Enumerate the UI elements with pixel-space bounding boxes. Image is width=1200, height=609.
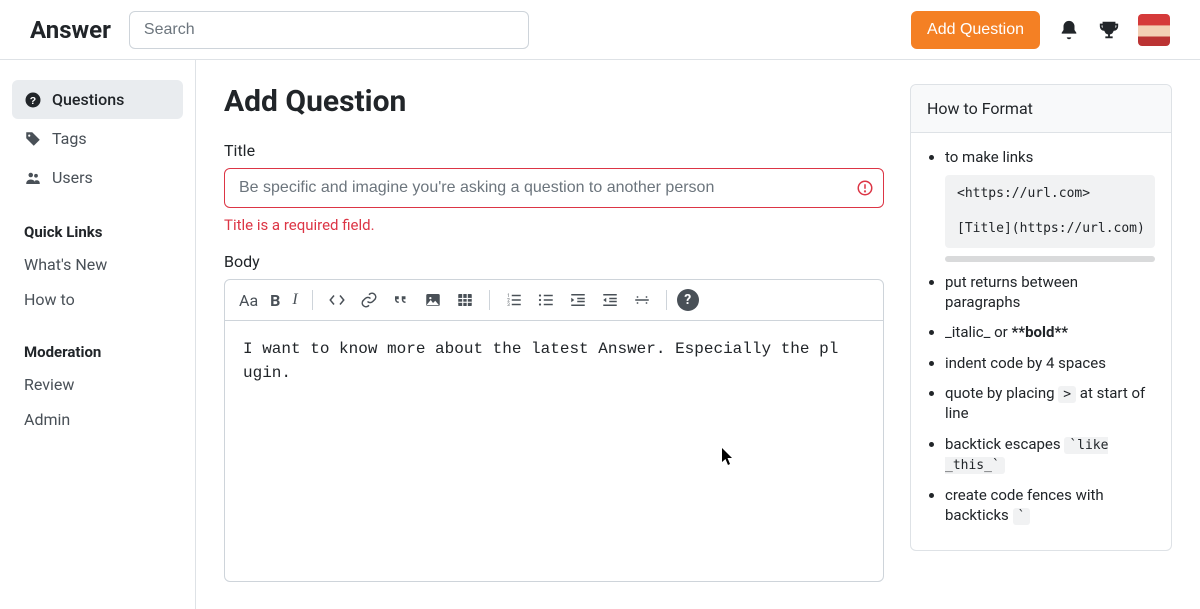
title-error-text: Title is a required field. [224,216,884,234]
format-tip-quote: quote by placing > at start of line [945,383,1155,424]
error-icon [856,179,874,197]
format-tip-fences: create code fences with backticks ` [945,485,1155,526]
question-circle-icon: ? [24,91,42,109]
toolbar-divider [312,290,313,310]
hr-button[interactable] [628,286,656,314]
unordered-list-button[interactable] [532,286,560,314]
question-form: Add Question Title Title is a required f… [224,84,884,585]
toolbar-divider [666,290,667,310]
top-bar: Answer Add Question [0,0,1200,60]
code-button[interactable] [323,286,351,314]
heading-button[interactable]: Aa [235,286,262,314]
sidebar-item-tags[interactable]: Tags [12,119,183,158]
bell-icon[interactable] [1058,19,1080,41]
title-input[interactable] [224,168,884,208]
format-card: How to Format to make links <https://url… [910,84,1172,551]
toolbar-divider [489,290,490,310]
sidebar-link-admin[interactable]: Admin [12,402,183,437]
sidebar-link-whatsnew[interactable]: What's New [12,247,183,282]
scrollbar-icon [945,256,1155,262]
image-button[interactable] [419,286,447,314]
indent-button[interactable] [564,286,592,314]
ordered-list-button[interactable]: 123 [500,286,528,314]
title-label: Title [224,141,884,160]
body-textarea[interactable]: I want to know more about the latest Ans… [225,321,883,581]
tag-icon [24,130,42,148]
editor-toolbar: Aa B I [225,280,883,321]
sidebar-item-label: Tags [52,129,87,148]
sidebar-item-users[interactable]: Users [12,158,183,197]
sidebar-section-moderation: Moderation [12,331,183,367]
search-input[interactable] [129,11,529,49]
link-button[interactable] [355,286,383,314]
sidebar-item-label: Users [52,168,93,187]
format-tip-indent: indent code by 4 spaces [945,353,1155,373]
add-question-button[interactable]: Add Question [911,11,1040,49]
format-tip-backtick: backtick escapes `like _this_` [945,434,1155,475]
format-card-title: How to Format [911,85,1171,133]
trophy-icon[interactable] [1098,19,1120,41]
sidebar-section-quicklinks: Quick Links [12,211,183,247]
users-icon [24,169,42,187]
format-tip-paragraphs: put returns between paragraphs [945,272,1155,313]
sidebar: ? Questions Tags Users Quick Links What'… [0,60,196,609]
outdent-button[interactable] [596,286,624,314]
sidebar-item-label: Questions [52,90,124,109]
body-editor: Aa B I [224,279,884,582]
sidebar-link-review[interactable]: Review [12,367,183,402]
format-code-links: <https://url.com> [Title](https://url.co… [945,175,1155,248]
brand-logo[interactable]: Answer [30,16,111,44]
help-button[interactable]: ? [677,289,699,311]
svg-text:?: ? [30,94,36,106]
bold-button[interactable]: B [266,286,284,314]
avatar[interactable] [1138,14,1170,46]
format-tip-emphasis: _italic_ or **bold** [945,322,1155,342]
sidebar-link-howto[interactable]: How to [12,282,183,317]
svg-text:3: 3 [507,302,510,308]
format-tip-links: to make links <https://url.com> [Title](… [945,147,1155,262]
quote-button[interactable] [387,286,415,314]
page-title: Add Question [224,84,884,119]
body-label: Body [224,252,884,271]
table-button[interactable] [451,286,479,314]
sidebar-item-questions[interactable]: ? Questions [12,80,183,119]
italic-button[interactable]: I [288,286,301,314]
